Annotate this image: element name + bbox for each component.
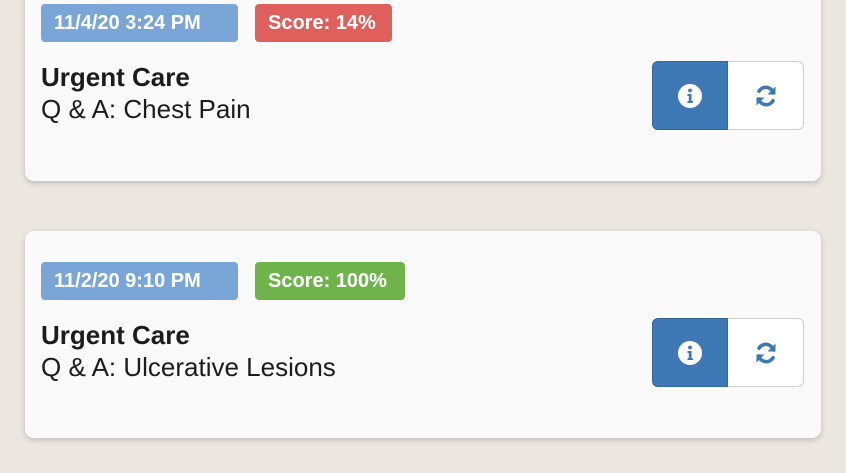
action-button-group [652,61,805,130]
category-title: Urgent Care [41,320,190,350]
date-badge: 11/2/20 9:10 PM [41,262,238,300]
score-badge: Score: 100% [255,262,405,300]
info-icon [678,83,702,108]
retake-button[interactable] [728,61,804,130]
info-icon [678,340,702,365]
retake-button[interactable] [728,318,804,387]
score-badge: Score: 14% [255,4,392,42]
topic-subtitle: Q & A: Ulcerative Lesions [41,352,336,382]
info-button[interactable] [652,61,728,130]
action-button-group [652,318,805,387]
info-button[interactable] [652,318,728,387]
refresh-icon [756,85,775,106]
result-card: 11/4/20 3:24 PM Score: 14% Urgent Care Q… [25,0,821,181]
date-badge: 11/4/20 3:24 PM [41,4,238,42]
refresh-icon [756,342,775,363]
category-title: Urgent Care [41,62,190,92]
result-card: 11/2/20 9:10 PM Score: 100% Urgent Care … [25,231,821,438]
topic-subtitle: Q & A: Chest Pain [41,94,251,124]
